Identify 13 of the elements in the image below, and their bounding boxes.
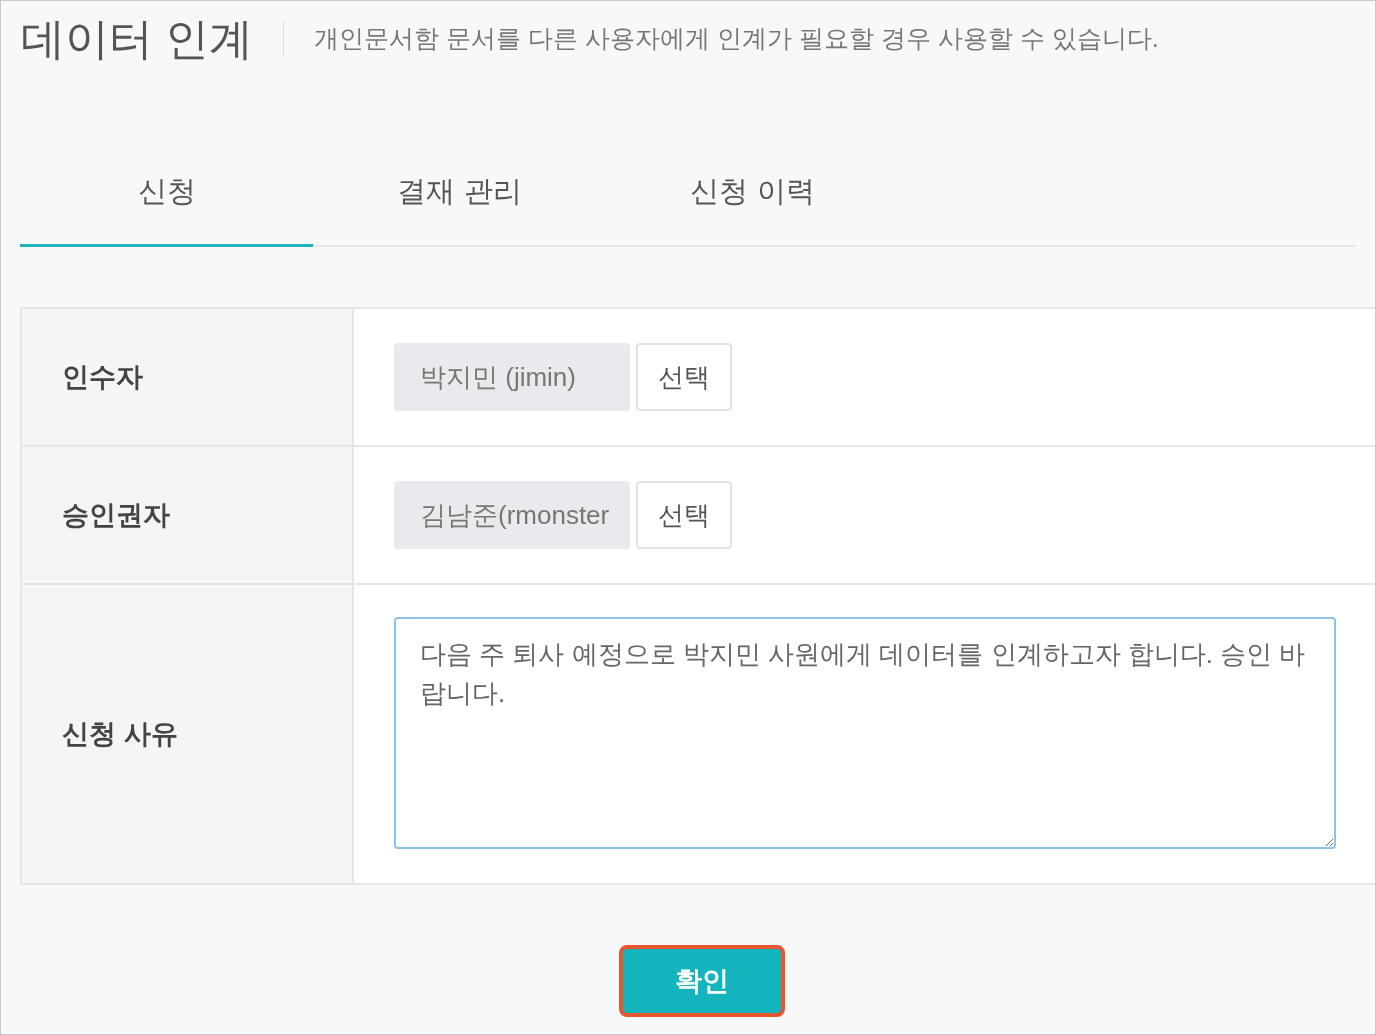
row-label: 승인권자 — [62, 498, 170, 532]
tab[interactable]: 신청 이력 — [606, 159, 899, 247]
readonly-field[interactable]: 박지민 (jimin) — [394, 343, 630, 411]
page-title: 데이터 인계 — [21, 17, 254, 61]
select-button[interactable]: 선택 — [636, 343, 732, 411]
readonly-field[interactable]: 김남준(rmonster — [394, 481, 630, 549]
tab[interactable]: 결재 관리 — [313, 159, 606, 247]
row-label: 신청 사유 — [62, 717, 178, 751]
reason-textarea[interactable]: 다음 주 퇴사 예정으로 박지민 사원에게 데이터를 인계하고자 합니다. 승인 바랍니다. — [394, 617, 1336, 849]
select-button[interactable]: 선택 — [636, 481, 732, 549]
tab[interactable]: 신청 — [20, 159, 313, 247]
page-description: 개인문서함 문서를 다른 사용자에게 인계가 필요할 경우 사용할 수 있습니다. — [314, 23, 1159, 55]
row-label: 인수자 — [62, 360, 143, 394]
